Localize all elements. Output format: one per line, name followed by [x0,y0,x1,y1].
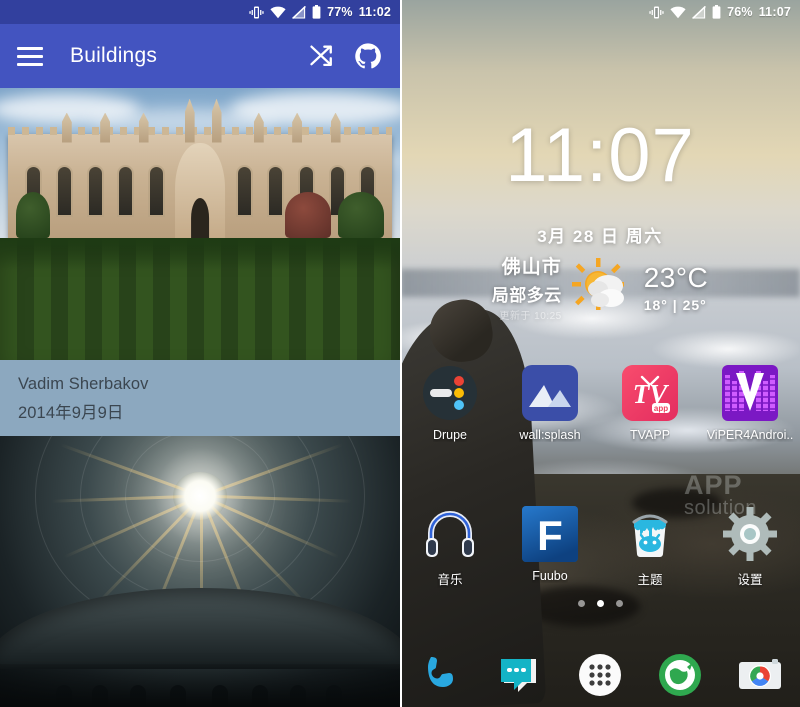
sun-behind-cloud-icon [571,258,624,310]
github-icon[interactable] [354,42,382,70]
dome-oculus-light [173,471,227,520]
page-title: Buildings [70,44,158,67]
app-label: 音乐 [437,573,463,587]
right-phone-screen: 76% 11:07 11:07 3月 28 日 周六 佛山市 局部多云 更新于 … [400,0,800,707]
building-facade [8,98,392,238]
app-label: TVAPP [629,428,671,442]
weather-condition: 局部多云 [491,286,562,305]
photo-church-dome-interior[interactable] [0,436,400,707]
clock-widget-date[interactable]: 3月 28 日 周六 [400,222,800,247]
weather-range: 18° | 25° [643,296,707,313]
photo-caption-card[interactable]: Vadim Sherbakov 2014年9月9日 [0,360,400,436]
battery-icon [712,5,721,19]
weather-city: 佛山市 [501,257,562,278]
messaging-icon[interactable] [496,651,544,699]
hamburger-menu-icon[interactable] [13,39,47,73]
weather-updated: 更新于 10:25 [499,311,562,322]
right-status-bar: 76% 11:07 [400,0,800,24]
tvapp-icon[interactable]: TV app [622,365,678,421]
dock-item-phone[interactable] [400,651,480,699]
app-label: Drupe [432,428,468,442]
photo-date: 2014年9月9日 [18,404,124,422]
weather-widget[interactable]: 佛山市 局部多云 更新于 10:25 23°C 18° | 25° [400,252,800,322]
battery-percent-label: 77% [327,5,353,19]
dock-item-camera[interactable] [720,651,800,699]
clock-label: 11:02 [358,5,391,19]
app-shortcut-settings[interactable]: 设置 [700,506,800,588]
vibrate-icon [649,6,664,18]
app-label: ViPER4Androi.. [706,428,794,442]
left-phone-screen: 77% 11:02 Buildings Vadim Sherbakov 2014… [0,0,400,707]
svg-text:F: F [537,512,563,559]
clock-widget-time[interactable]: 11:07 [400,118,800,194]
wifi-icon [670,6,686,18]
wallsplash-icon[interactable] [522,365,578,421]
app-label: wall:splash [519,428,581,442]
battery-percent-label: 76% [727,5,753,19]
vibrate-icon [249,6,264,18]
panel-divider [400,0,402,707]
signal-off-icon [692,5,707,19]
settings-gear-icon[interactable] [722,506,778,562]
svg-text:app: app [654,404,668,413]
weather-temperature: 23°C [643,261,709,293]
app-shortcut-wallsplash[interactable]: wall:splash [500,365,600,442]
app-toolbar: Buildings [0,24,400,88]
app-shortcut-music[interactable]: 音乐 [400,506,500,588]
app-label: 设置 [737,573,763,587]
dome-lower-shadow [0,663,400,707]
fuubo-icon[interactable]: F [522,506,578,562]
page-dot[interactable] [577,600,585,607]
page-dot-active[interactable] [596,600,604,607]
toolbar-actions [308,42,387,70]
signal-off-icon [292,5,307,19]
photo-feed[interactable]: Vadim Sherbakov 2014年9月9日 [0,88,400,707]
wifi-icon [270,6,286,18]
home-page-indicator[interactable] [400,600,800,607]
music-headphones-icon[interactable] [422,506,478,562]
building-entrance [175,142,225,238]
photo-author: Vadim Sherbakov [18,375,149,393]
app-shortcut-tvapp[interactable]: TV app TVAPP [600,365,700,442]
left-status-bar: 77% 11:02 [0,0,400,24]
home-dock [400,651,800,699]
app-label: Fuubo [532,569,568,583]
dock-item-app-drawer[interactable] [560,651,640,699]
camera-icon[interactable] [736,651,784,699]
page-dot[interactable] [615,600,623,607]
app-drawer-icon[interactable] [576,651,624,699]
shuffle-icon[interactable] [308,42,336,70]
app-row-1: Drupe wall:splash TV app TVAPP ViPER4And… [400,365,800,442]
phone-icon[interactable] [416,651,464,699]
battery-icon [312,5,321,19]
striped-lawn [0,237,400,360]
weather-temperature-block: 23°C 18° | 25° [644,262,709,313]
photo-gothic-college-building[interactable] [0,88,400,360]
app-shortcut-viper4android[interactable]: ViPER4Androi.. [700,365,800,442]
app-shortcut-fuubo[interactable]: F Fuubo [500,506,600,588]
app-row-2: 音乐 F Fuubo 主题 设置 [400,506,800,588]
themes-paint-bucket-icon[interactable] [622,506,678,562]
dock-item-messaging[interactable] [480,651,560,699]
browser-icon[interactable] [656,651,704,699]
viper4android-icon[interactable] [722,365,778,421]
dual-phone-screenshot: 77% 11:02 Buildings Vadim Sherbakov 2014… [0,0,800,707]
app-shortcut-themes[interactable]: 主题 [600,506,700,588]
dock-item-browser[interactable] [640,651,720,699]
drupe-icon[interactable] [422,365,478,421]
home-screen-app-grid: Drupe wall:splash TV app TVAPP ViPER4And… [400,365,800,588]
weather-location: 佛山市 局部多云 更新于 10:25 [492,252,562,322]
app-label: 主题 [637,573,663,587]
clock-label: 11:07 [758,5,791,19]
app-shortcut-drupe[interactable]: Drupe [400,365,500,442]
